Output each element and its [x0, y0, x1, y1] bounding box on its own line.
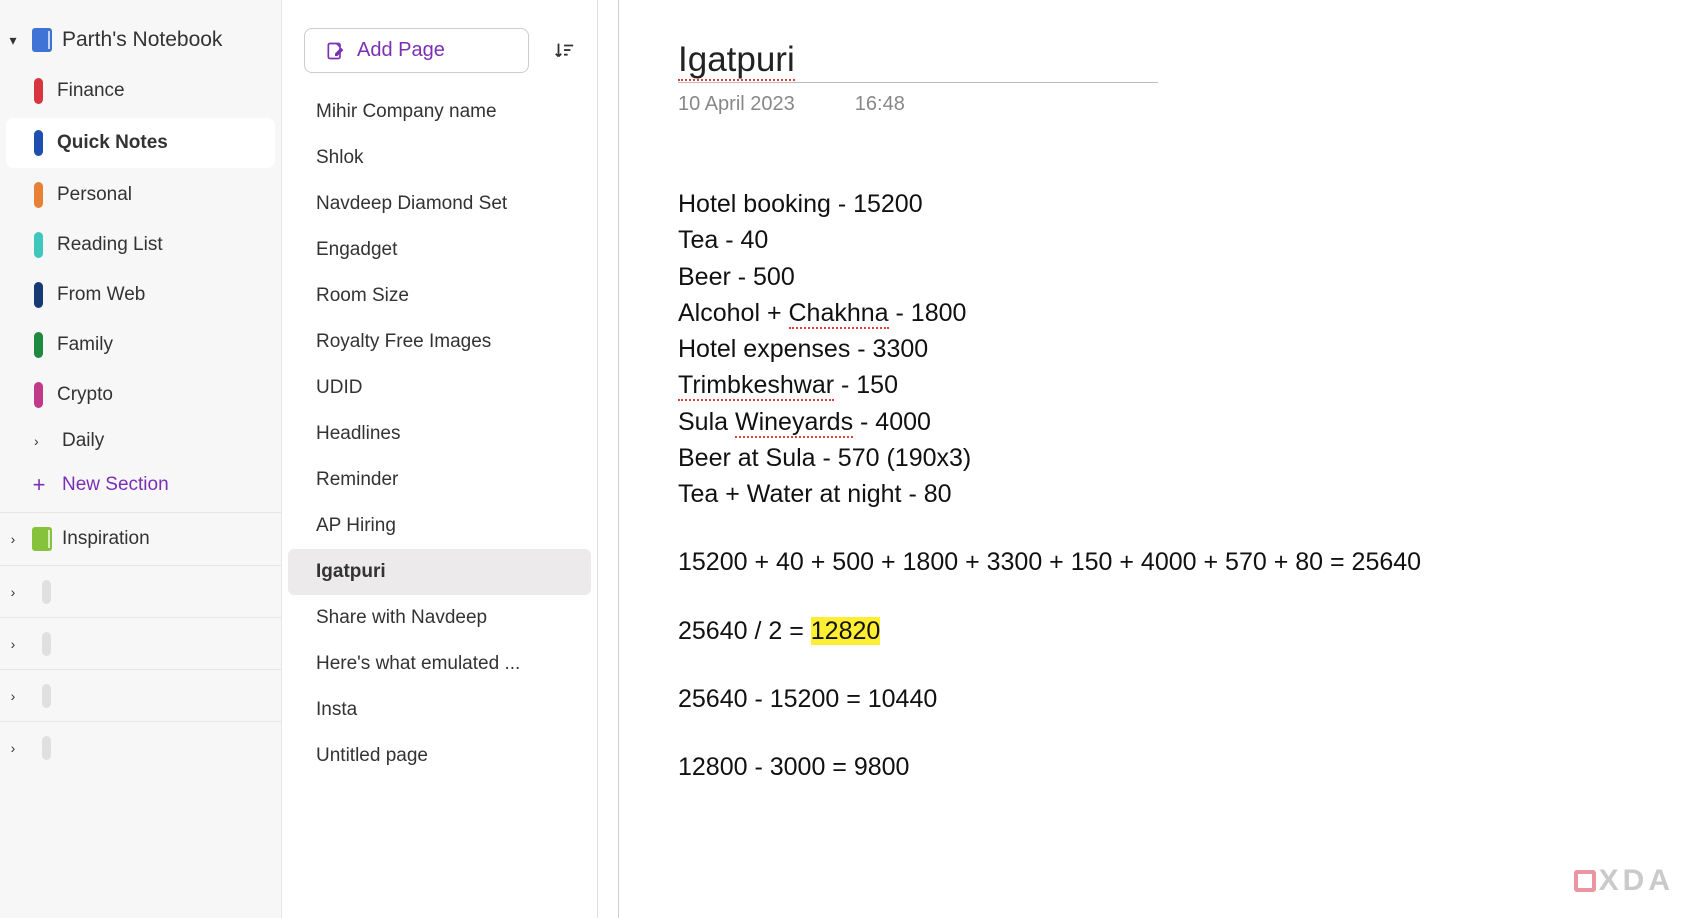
section-item[interactable]: Personal — [0, 170, 281, 220]
notebook-inspiration[interactable]: › Inspiration — [0, 512, 281, 565]
page-item[interactable]: AP Hiring — [282, 503, 597, 549]
section-daily[interactable]: › Daily — [0, 420, 281, 462]
chevron-right-icon: › — [4, 584, 22, 600]
note-date: 10 April 2023 — [678, 93, 795, 116]
notebook-icon — [32, 527, 52, 551]
note-line: Alcohol + Chakhna - 1800 — [678, 295, 1700, 331]
add-page-button[interactable]: Add Page — [304, 28, 529, 73]
section-label: Family — [57, 334, 113, 356]
section-item[interactable]: Family — [0, 320, 281, 370]
sort-icon[interactable] — [553, 40, 575, 62]
margin-line — [618, 0, 619, 918]
collapsed-notebook[interactable]: › — [0, 669, 281, 721]
plus-icon: + — [30, 472, 48, 498]
note-sub1-line: 25640 - 15200 = 10440 — [678, 681, 1700, 717]
page-item[interactable]: Mihir Company name — [282, 89, 597, 135]
note-time: 16:48 — [855, 93, 905, 116]
note-line: Beer at Sula - 570 (190x3) — [678, 440, 1700, 476]
page-item[interactable]: Here's what emulated ... — [282, 641, 597, 687]
collapsed-notebook[interactable]: › — [0, 565, 281, 617]
notebook-label: Inspiration — [62, 528, 150, 550]
note-line: Tea + Water at night - 80 — [678, 476, 1700, 512]
section-color-tab — [34, 232, 43, 258]
page-item[interactable]: Royalty Free Images — [282, 319, 597, 365]
section-item[interactable]: From Web — [0, 270, 281, 320]
page-item[interactable]: Reminder — [282, 457, 597, 503]
note-title[interactable]: Igatpuri — [678, 40, 1158, 83]
notebook-icon — [42, 736, 51, 760]
note-sub2-line: 12800 - 3000 = 9800 — [678, 749, 1700, 785]
notebook-header[interactable]: ▾ Parth's Notebook — [0, 20, 281, 66]
section-color-tab — [34, 130, 43, 156]
pages-panel: Add Page Mihir Company nameShlokNavdeep … — [282, 0, 598, 918]
note-sum-line: 15200 + 40 + 500 + 1800 + 3300 + 150 + 4… — [678, 544, 1700, 580]
page-item[interactable]: Shlok — [282, 135, 597, 181]
note-body[interactable]: Hotel booking - 15200Tea - 40Beer - 500A… — [678, 186, 1700, 785]
section-color-tab — [34, 78, 43, 104]
note-meta: 10 April 2023 16:48 — [678, 93, 1700, 116]
chevron-right-icon: › — [4, 636, 22, 652]
chevron-right-icon: › — [4, 531, 22, 547]
add-page-icon — [325, 41, 345, 61]
add-page-label: Add Page — [357, 39, 445, 62]
section-item[interactable]: Reading List — [0, 220, 281, 270]
page-item[interactable]: Igatpuri — [288, 549, 591, 595]
notebook-title: Parth's Notebook — [62, 28, 222, 52]
note-content[interactable]: Igatpuri 10 April 2023 16:48 Hotel booki… — [598, 0, 1700, 918]
page-item[interactable]: Untitled page — [282, 733, 597, 779]
notebook-icon — [42, 684, 51, 708]
note-div-line: 25640 / 2 = 12820 — [678, 613, 1700, 649]
chevron-down-icon: ▾ — [4, 32, 22, 49]
chevron-right-icon: › — [4, 688, 22, 704]
note-line: Hotel expenses - 3300 — [678, 331, 1700, 367]
collapsed-notebook[interactable]: › — [0, 617, 281, 669]
note-line: Beer - 500 — [678, 259, 1700, 295]
section-item[interactable]: Quick Notes — [6, 118, 275, 168]
page-item[interactable]: Room Size — [282, 273, 597, 319]
note-line: Tea - 40 — [678, 222, 1700, 258]
watermark-icon — [1574, 870, 1596, 892]
chevron-right-icon: › — [34, 433, 48, 449]
note-line: Trimbkeshwar - 150 — [678, 367, 1700, 403]
new-section-label: New Section — [62, 474, 169, 496]
page-item[interactable]: Share with Navdeep — [282, 595, 597, 641]
note-line: Sula Wineyards - 4000 — [678, 404, 1700, 440]
collapsed-notebook[interactable]: › — [0, 721, 281, 773]
section-label: Crypto — [57, 384, 113, 406]
watermark: XDA — [1574, 864, 1674, 898]
note-line: Hotel booking - 15200 — [678, 186, 1700, 222]
notebook-icon — [32, 28, 52, 52]
page-item[interactable]: Engadget — [282, 227, 597, 273]
section-color-tab — [34, 282, 43, 308]
page-item[interactable]: Headlines — [282, 411, 597, 457]
page-item[interactable]: Navdeep Diamond Set — [282, 181, 597, 227]
new-section-button[interactable]: + New Section — [0, 462, 281, 508]
notebook-icon — [42, 580, 51, 604]
section-item[interactable]: Finance — [0, 66, 281, 116]
section-color-tab — [34, 332, 43, 358]
section-color-tab — [34, 382, 43, 408]
section-label: Finance — [57, 80, 125, 102]
notebook-icon — [42, 632, 51, 656]
chevron-right-icon: › — [4, 740, 22, 756]
sidebar-notebooks: ▾ Parth's Notebook Finance Quick Notes Per… — [0, 0, 282, 918]
section-label: Reading List — [57, 234, 163, 256]
page-item[interactable]: UDID — [282, 365, 597, 411]
section-label: Personal — [57, 184, 132, 206]
section-color-tab — [34, 182, 43, 208]
section-label: Quick Notes — [57, 132, 168, 154]
section-label: Daily — [62, 430, 104, 452]
page-item[interactable]: Insta — [282, 687, 597, 733]
section-label: From Web — [57, 284, 145, 306]
section-item[interactable]: Crypto — [0, 370, 281, 420]
